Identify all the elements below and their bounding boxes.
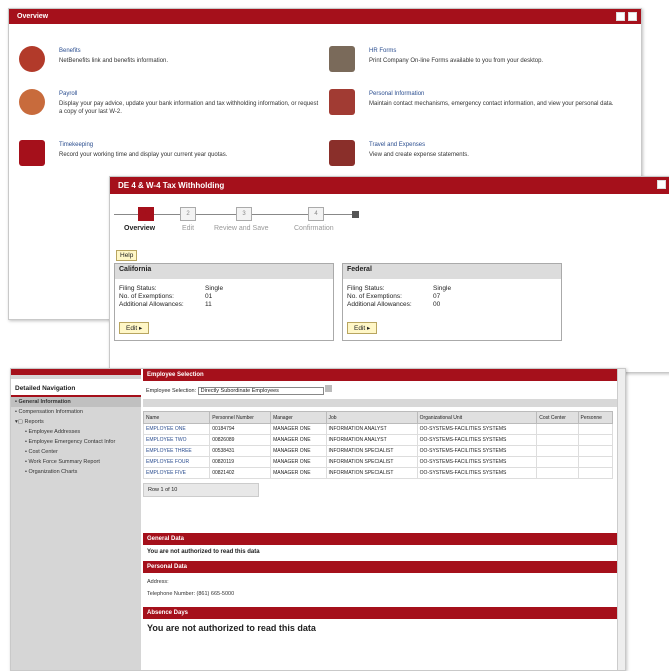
absence-not-authorized: You are not authorized to read this data (147, 623, 316, 633)
travel-expenses-desc: View and create expense statements. (369, 152, 469, 158)
col-personnel-number[interactable]: Personnel Number (209, 411, 272, 424)
chevron-down-icon[interactable] (325, 385, 333, 392)
california-edit-button[interactable]: Edit ▸ (119, 322, 150, 334)
federal-box: Federal Filing Status: Single No. of Exem… (342, 263, 562, 341)
personal-data-header: Personal Data (143, 561, 618, 573)
detailed-navigation: Detailed Navigation • General Informatio… (11, 369, 141, 670)
personal-information-desc: Maintain contact mechanisms, emergency c… (369, 101, 614, 107)
nav-item-work-force-summary[interactable]: • Work Force Summary Report (11, 457, 141, 467)
table-row[interactable]: EMPLOYEE THREE 00538431 MANAGER ONE INFORMA… (142, 445, 614, 457)
nav-item-employee-addresses[interactable]: • Employee Addresses (11, 427, 141, 437)
overview-title: Overview (17, 13, 49, 20)
general-not-authorized: You are not authorized to read this data (147, 549, 260, 555)
step-1[interactable]: 1 (138, 207, 154, 221)
tax-withholding-panel: DE 4 & W-4 Tax Withholding 1 2 3 4 Overv… (109, 176, 669, 373)
close-icon[interactable] (628, 12, 637, 21)
selection-dropdown[interactable]: Directly Subordinate Employees (197, 387, 324, 395)
overview-item-timekeeping[interactable]: Timekeeping Record your working time and… (19, 140, 309, 180)
phone-label: Telephone Number: (861) 665-5000 (147, 591, 235, 597)
california-box: California Filing Status: Single No. of E… (114, 263, 334, 341)
col-manager[interactable]: Manager (270, 411, 327, 424)
federal-edit-button[interactable]: Edit ▸ (347, 322, 378, 334)
nav-item-reports[interactable]: ▾▢ Reports (11, 417, 141, 427)
tax-header: DE 4 & W-4 Tax Withholding (110, 177, 669, 194)
printer-icon (329, 46, 355, 72)
col-name[interactable]: Name (142, 411, 211, 424)
overview-item-personal-information[interactable]: Personal Information Maintain contact me… (329, 89, 619, 129)
roadmap-end-icon (352, 211, 359, 218)
address-label: Address: (147, 579, 169, 585)
col-job[interactable]: Job (325, 411, 418, 424)
suitcase-icon (329, 140, 355, 166)
col-personne[interactable]: Personne (577, 411, 614, 424)
employee-table: Name Personnel Number Manager Job Organi… (142, 411, 614, 479)
id-card-icon (329, 89, 355, 115)
step-2-label: Edit (182, 225, 195, 232)
overview-item-payroll[interactable]: Payroll Display your pay advice, update … (19, 89, 318, 129)
travel-expenses-link[interactable]: Travel and Expenses (369, 142, 425, 148)
tax-title: DE 4 & W-4 Tax Withholding (118, 181, 225, 190)
table-row[interactable]: EMPLOYEE TWO 00826089 MANAGER ONE INFORMATI… (142, 434, 614, 446)
clock-icon (19, 140, 45, 166)
absence-days-header: Absence Days (143, 607, 618, 619)
help-icon[interactable] (616, 12, 625, 21)
overview-item-hr-forms[interactable]: HR Forms Print Company On-line Forms ava… (329, 46, 619, 86)
timekeeping-desc: Record your working time and display you… (59, 152, 228, 158)
nav-topbar (11, 369, 141, 375)
hr-forms-link[interactable]: HR Forms (369, 48, 396, 54)
caduceus-icon (19, 46, 45, 72)
employee-panel: Detailed Navigation • General Informatio… (10, 368, 626, 671)
benefits-desc: NetBenefits link and benefits informatio… (59, 58, 169, 64)
federal-title: Federal (343, 264, 561, 279)
hr-forms-desc: Print Company On-line Forms available to… (369, 58, 544, 64)
step-4-label: Confirmation (294, 225, 334, 232)
nav-header: Detailed Navigation (11, 379, 141, 397)
payroll-link[interactable]: Payroll (59, 91, 77, 97)
overview-item-travel-and-expenses[interactable]: Travel and Expenses View and create expe… (329, 140, 619, 180)
employee-main: Employee Selection Employee Selection: D… (142, 369, 618, 670)
table-pager[interactable]: Row 1 of 10 (143, 483, 259, 497)
coins-icon (19, 89, 45, 115)
general-data-header: General Data (143, 533, 618, 545)
nav-item-general-information[interactable]: • General Information (11, 397, 141, 407)
table-toolbar (143, 399, 618, 407)
table-header-row: Name Personnel Number Manager Job Organi… (142, 411, 614, 424)
overview-item-benefits[interactable]: Benefits NetBenefits link and benefits i… (19, 46, 309, 86)
nav-item-compensation[interactable]: • Compensation Information (11, 407, 141, 417)
table-row[interactable]: EMPLOYEE ONE 00184794 MANAGER ONE INFORMATI… (142, 423, 614, 435)
selection-label: Employee Selection: (146, 388, 197, 394)
table-row[interactable]: EMPLOYEE FOUR 00820119 MANAGER ONE INFORMAT… (142, 456, 614, 468)
help-icon[interactable] (657, 180, 666, 189)
california-title: California (115, 264, 333, 279)
nav-item-emergency-contact[interactable]: • Employee Emergency Contact Infor (11, 437, 141, 447)
benefits-link[interactable]: Benefits (59, 48, 81, 54)
personal-information-link[interactable]: Personal Information (369, 91, 424, 97)
roadmap: 1 2 3 4 Overview Edit Review and Save Co… (114, 207, 474, 247)
selection-row: Employee Selection: Directly Subordinate… (143, 385, 618, 395)
help-button[interactable]: Help (116, 250, 138, 261)
step-4[interactable]: 4 (308, 207, 324, 221)
step-1-label: Overview (124, 225, 156, 232)
col-org-unit[interactable]: Organizational Unit (416, 411, 538, 424)
timekeeping-link[interactable]: Timekeeping (59, 142, 93, 148)
nav-item-org-charts[interactable]: • Organization Charts (11, 467, 141, 477)
table-row[interactable]: EMPLOYEE FIVE 00821402 MANAGER ONE INFORMAT… (142, 467, 614, 479)
nav-item-cost-center[interactable]: • Cost Center (11, 447, 141, 457)
employee-selection-header: Employee Selection (143, 369, 618, 381)
step-2[interactable]: 2 (180, 207, 196, 221)
payroll-desc: Display your pay advice, update your ban… (59, 101, 319, 115)
step-3[interactable]: 3 (236, 207, 252, 221)
step-3-label: Review and Save (214, 225, 269, 232)
col-cost-center[interactable]: Cost Center (536, 411, 579, 424)
overview-header: Overview (9, 9, 641, 24)
scrollbar[interactable] (617, 369, 625, 670)
